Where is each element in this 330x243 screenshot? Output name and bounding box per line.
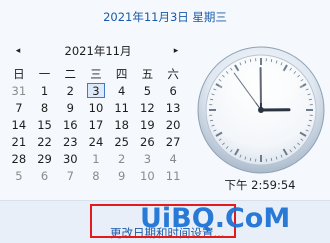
calendar-week-row: 5 6 7 8 9 10 11: [6, 168, 186, 185]
calendar-day[interactable]: 14: [6, 117, 32, 134]
digital-time: 下午 2:59:54: [224, 178, 296, 192]
month-title[interactable]: 2021年11月: [48, 43, 148, 59]
calendar-day[interactable]: 1: [32, 83, 58, 100]
calendar-day[interactable]: 30: [57, 151, 83, 168]
calendar-day[interactable]: 2: [109, 151, 135, 168]
calendar-day[interactable]: 7: [6, 100, 32, 117]
analog-clock: [196, 45, 326, 175]
weekday-label: 二: [64, 67, 77, 81]
calendar-day[interactable]: 26: [135, 134, 161, 151]
prev-month-icon[interactable]: ◂: [10, 42, 26, 60]
weekday-label: 五: [141, 67, 154, 81]
calendar-day[interactable]: 7: [57, 168, 83, 185]
calendar-day[interactable]: 5: [135, 83, 161, 100]
weekday-label: 三: [90, 67, 102, 81]
calendar-day[interactable]: 19: [135, 117, 161, 134]
calendar-day[interactable]: 28: [6, 151, 32, 168]
calendar-day[interactable]: 25: [109, 134, 135, 151]
calendar-day[interactable]: 5: [6, 168, 32, 185]
calendar-day-today[interactable]: 3: [83, 83, 109, 100]
calendar-day[interactable]: 1: [83, 151, 109, 168]
calendar-day[interactable]: 8: [32, 100, 58, 117]
calendar-day[interactable]: 8: [83, 168, 109, 185]
calendar-week-row: 31 1 2 3 4 5 6: [6, 83, 186, 100]
calendar-day[interactable]: 11: [160, 168, 186, 185]
calendar-week-row: 14 15 16 17 18 19 20: [6, 117, 186, 134]
calendar-day[interactable]: 23: [57, 134, 83, 151]
calendar-day[interactable]: 4: [160, 151, 186, 168]
calendar-day[interactable]: 9: [109, 168, 135, 185]
calendar-day[interactable]: 15: [32, 117, 58, 134]
calendar-day[interactable]: 21: [6, 134, 32, 151]
calendar-day[interactable]: 6: [160, 83, 186, 100]
analog-clock-face-icon: [197, 46, 325, 174]
weekday-label: 六: [167, 67, 179, 81]
calendar-day[interactable]: 29: [32, 151, 58, 168]
calendar-day[interactable]: 18: [109, 117, 135, 134]
calendar-day[interactable]: 4: [109, 83, 135, 100]
calendar-day[interactable]: 20: [160, 117, 186, 134]
calendar-day[interactable]: 31: [6, 83, 32, 100]
calendar-day[interactable]: 22: [32, 134, 58, 151]
calendar-day[interactable]: 24: [83, 134, 109, 151]
calendar-grid: 日 一 二 三 四 五 六 31 1 2 3 4 5 6 7 8 9 10 11…: [6, 66, 186, 185]
full-date-link[interactable]: 2021年11月3日 星期三: [0, 9, 330, 25]
calendar-day[interactable]: 10: [135, 168, 161, 185]
calendar-day[interactable]: 9: [57, 100, 83, 117]
weekday-header-row: 日 一 二 三 四 五 六: [6, 66, 186, 83]
calendar-week-row: 28 29 30 1 2 3 4: [6, 151, 186, 168]
next-month-icon[interactable]: ▸: [168, 42, 184, 60]
calendar-day[interactable]: 12: [135, 100, 161, 117]
weekday-label: 日: [13, 67, 25, 81]
calendar-day[interactable]: 13: [160, 100, 186, 117]
calendar-day[interactable]: 17: [83, 117, 109, 134]
calendar-day[interactable]: 3: [135, 151, 161, 168]
calendar-day[interactable]: 27: [160, 134, 186, 151]
calendar-week-row: 7 8 9 10 11 12 13: [6, 100, 186, 117]
calendar-week-row: 21 22 23 24 25 26 27: [6, 134, 186, 151]
weekday-label: 四: [115, 67, 128, 81]
calendar-day[interactable]: 6: [32, 168, 58, 185]
calendar-navigation: ◂ 2021年11月 ▸: [8, 42, 188, 62]
calendar-day[interactable]: 10: [83, 100, 109, 117]
date-time-flyout: 2021年11月3日 星期三 ◂ 2021年11月 ▸ 日 一 二 三 四 五 …: [0, 0, 330, 243]
calendar-day[interactable]: 11: [109, 100, 135, 117]
calendar-day[interactable]: 2: [57, 83, 83, 100]
site-watermark: UiBQ.CoM: [140, 203, 291, 234]
calendar-day[interactable]: 16: [57, 117, 83, 134]
weekday-label: 一: [38, 67, 51, 81]
today-marker: 3: [86, 83, 105, 98]
